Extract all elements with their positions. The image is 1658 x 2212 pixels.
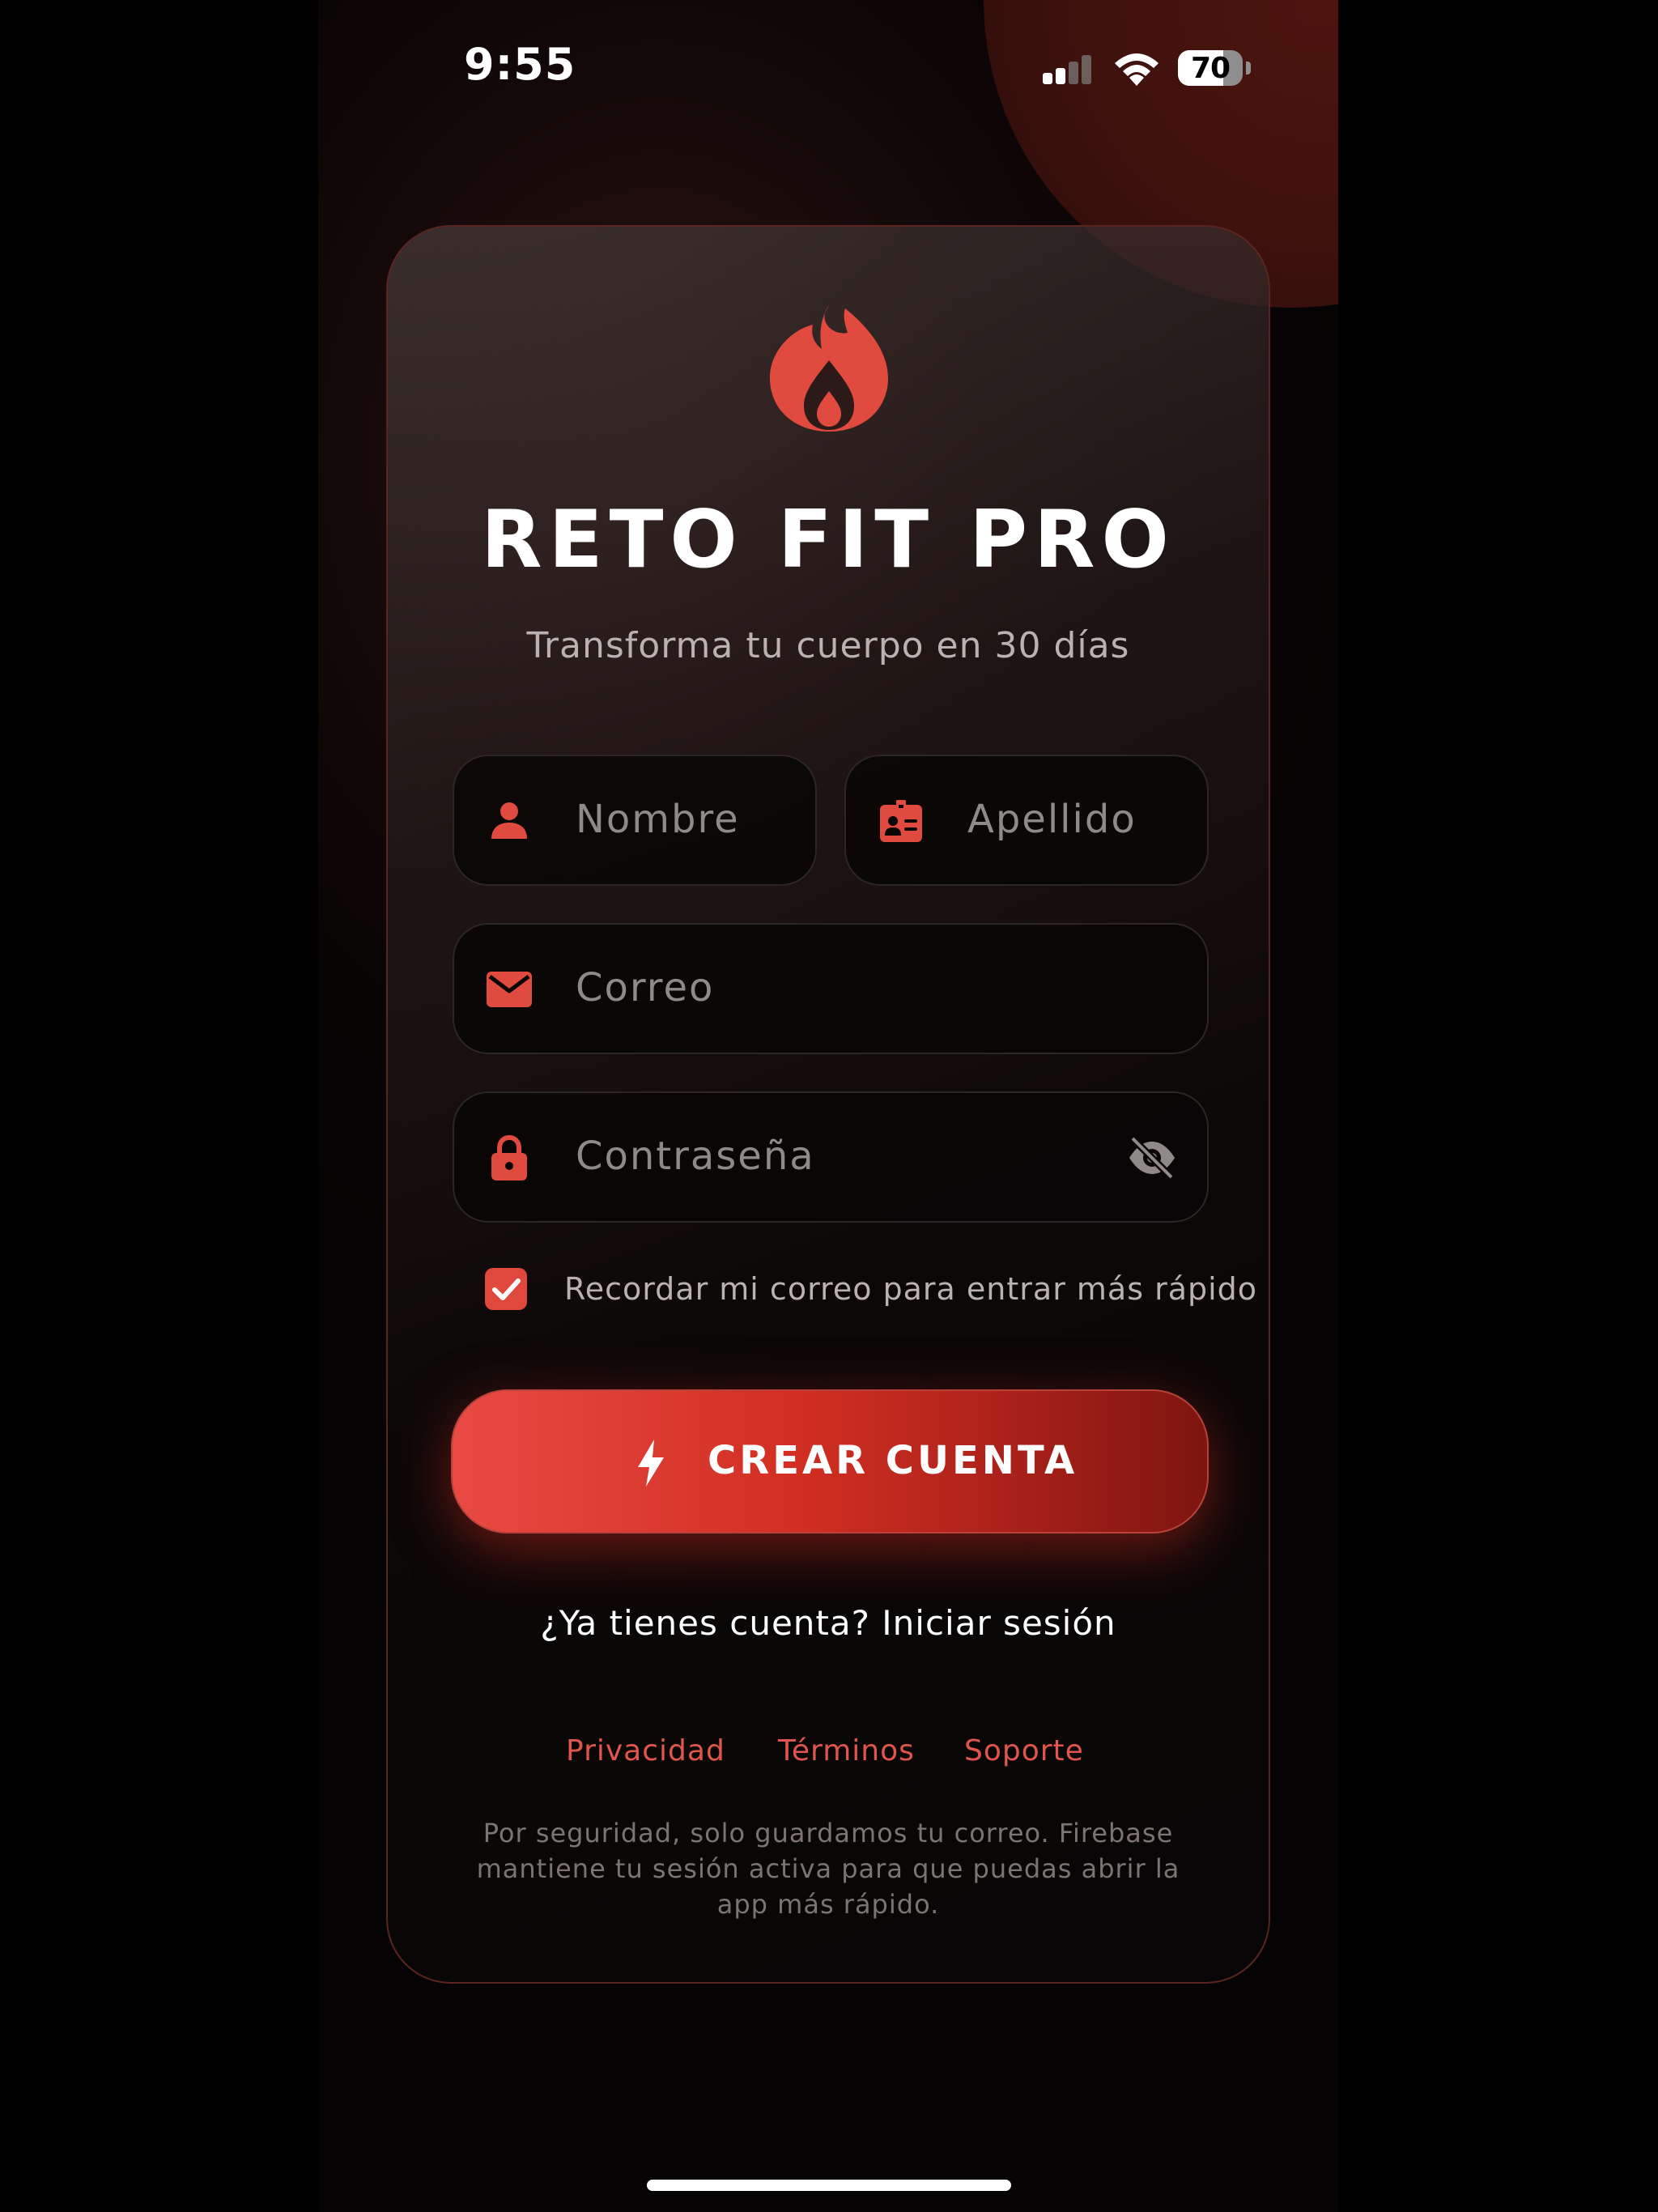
signup-card: RETO FIT PRO Transforma tu cuerpo en 30 … — [386, 225, 1270, 1984]
login-link[interactable]: ¿Ya tienes cuenta? Iniciar sesión — [388, 1603, 1269, 1643]
person-icon — [491, 802, 527, 839]
last-name-placeholder: Apellido — [967, 797, 1137, 842]
flame-icon — [770, 305, 888, 432]
password-field[interactable]: Contraseña — [453, 1091, 1209, 1223]
wifi-icon — [1115, 53, 1158, 86]
privacy-link[interactable]: Privacidad — [566, 1734, 725, 1767]
battery-tip — [1246, 62, 1251, 74]
check-icon — [492, 1278, 521, 1300]
battery-level: 70 — [1190, 52, 1231, 85]
password-placeholder: Contraseña — [576, 1134, 815, 1179]
remember-label[interactable]: Recordar mi correo para entrar más rápid… — [564, 1271, 1257, 1307]
app-subtitle: Transforma tu cuerpo en 30 días — [526, 625, 1130, 666]
app-title: RETO FIT PRO — [481, 494, 1175, 586]
eye-slash-icon[interactable] — [1126, 1134, 1178, 1182]
first-name-field[interactable]: Nombre — [453, 755, 817, 886]
envelope-icon — [487, 972, 532, 1007]
first-name-placeholder: Nombre — [576, 797, 740, 842]
email-placeholder: Correo — [576, 965, 715, 1010]
email-field[interactable]: Correo — [453, 923, 1209, 1054]
create-account-label: CREAR CUENTA — [708, 1438, 1078, 1483]
bolt-icon — [638, 1440, 664, 1487]
remember-checkbox[interactable] — [485, 1268, 527, 1310]
terms-link[interactable]: Términos — [778, 1734, 915, 1767]
phone-screen: 9:55 70 RETO FIT PRO Transforma tu cuerp… — [318, 0, 1338, 2212]
battery-indicator: 70 — [1178, 50, 1243, 86]
last-name-field[interactable]: Apellido — [844, 755, 1209, 886]
lock-icon — [491, 1134, 527, 1180]
home-indicator[interactable] — [647, 2180, 1011, 2191]
status-time: 9:55 — [464, 39, 576, 90]
support-link[interactable]: Soporte — [964, 1734, 1084, 1767]
id-card-icon — [880, 800, 922, 842]
cellular-signal-icon — [1043, 55, 1091, 84]
create-account-button[interactable]: CREAR CUENTA — [451, 1389, 1209, 1534]
security-disclaimer: Por seguridad, solo guardamos tu correo.… — [476, 1818, 1180, 1920]
